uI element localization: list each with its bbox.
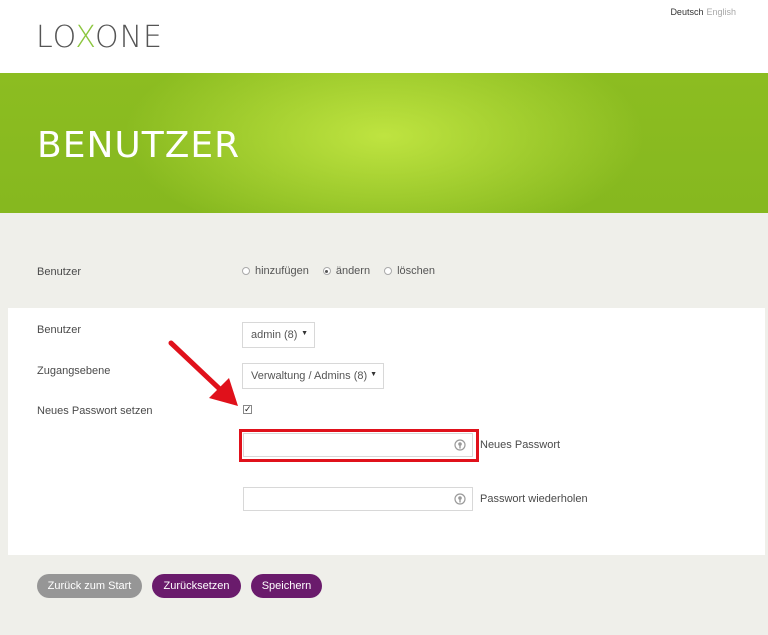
reset-button[interactable]: Zurücksetzen bbox=[152, 574, 241, 598]
annotation-arrow-icon bbox=[168, 340, 238, 406]
back-to-start-button[interactable]: Zurück zum Start bbox=[37, 574, 142, 598]
save-button[interactable]: Speichern bbox=[251, 574, 322, 598]
